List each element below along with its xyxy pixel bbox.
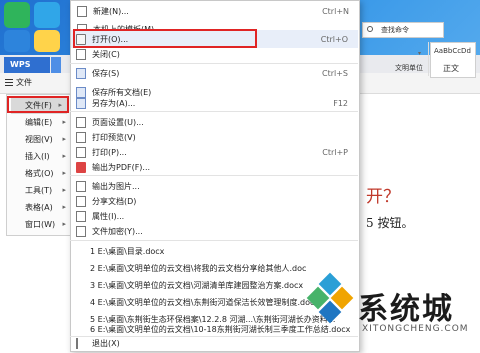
watermark-domain: XITONGCHENG.COM <box>362 324 469 334</box>
menu-format[interactable]: 格式(O) ▸ <box>7 165 71 182</box>
style-sample: AaBbCcDd <box>434 47 471 55</box>
file-menu-button[interactable]: 文件 <box>2 76 36 90</box>
wps-app-tab[interactable]: WPS <box>4 57 50 73</box>
styles-gallery[interactable]: AaBbCcDd 正文 <box>430 42 476 78</box>
submenu-arrow-icon: ▸ <box>62 118 66 126</box>
menu-insert[interactable]: 插入(I) ▸ <box>7 148 71 165</box>
file-menu-highlight-box <box>7 96 69 113</box>
menu-label: 表格(A) <box>25 203 53 212</box>
shortcut-label: Ctrl+N <box>322 7 349 16</box>
menu-view[interactable]: 视图(V) ▸ <box>7 131 71 148</box>
new-doc-icon <box>77 6 87 17</box>
menu-label: 编辑(E) <box>25 118 53 127</box>
search-command-input[interactable]: 查找命令 <box>362 22 444 38</box>
menu-tools[interactable]: 工具(T) ▸ <box>7 182 71 199</box>
search-icon <box>367 26 373 32</box>
menu-edit[interactable]: 编辑(E) ▸ <box>7 114 71 131</box>
submenu-arrow-icon: ▸ <box>62 135 66 143</box>
style-name: 正文 <box>443 64 459 73</box>
open-item-highlight-box <box>73 29 257 48</box>
submenu-arrow-icon: ▸ <box>62 220 66 228</box>
search-label: 查找命令 <box>381 26 409 34</box>
submenu-arrow-icon: ▸ <box>62 152 66 160</box>
watermark-brand: 系统城 <box>358 292 454 327</box>
desktop-tile <box>4 2 30 28</box>
menu-table[interactable]: 表格(A) ▸ <box>7 199 71 216</box>
desktop-tile <box>34 2 60 28</box>
brand-logo-icon <box>300 272 360 336</box>
menu-label: 工具(T) <box>25 186 53 195</box>
menu-window[interactable]: 窗口(W) ▸ <box>7 216 71 233</box>
menu-label: 窗口(W) <box>25 220 56 229</box>
menu-label: 插入(I) <box>25 152 50 161</box>
hamburger-icon <box>5 79 13 86</box>
shortcut-label: Ctrl+O <box>320 35 348 44</box>
document-heading: 开？ <box>366 187 400 207</box>
submenu-arrow-icon: ▸ <box>62 169 66 177</box>
ribbon-divider: ▾ <box>414 42 429 76</box>
menu-item-label: 新建(N)... <box>93 7 129 16</box>
file-menu-label: 文件 <box>16 78 32 87</box>
desktop-tile <box>4 30 30 52</box>
submenu-arrow-icon: ▸ <box>62 203 66 211</box>
site-watermark: 系统城 XITONGCHENG.COM <box>300 270 480 352</box>
dropdown-arrow-icon[interactable]: ▾ <box>418 50 421 57</box>
menu-item-new[interactable]: 新建(N)... Ctrl+N <box>71 2 359 21</box>
document-body-text: 5 按钮。 <box>366 216 414 230</box>
document-tab[interactable] <box>51 57 61 73</box>
desktop-tile <box>34 30 60 52</box>
submenu-arrow-icon: ▸ <box>62 186 66 194</box>
menu-label: 视图(V) <box>25 135 53 144</box>
main-menu: 文件(F) ▸ 编辑(E) ▸ 视图(V) ▸ 插入(I) ▸ 格式(O) ▸ 工具(T)… <box>6 94 72 236</box>
menu-label: 格式(O) <box>25 169 54 178</box>
